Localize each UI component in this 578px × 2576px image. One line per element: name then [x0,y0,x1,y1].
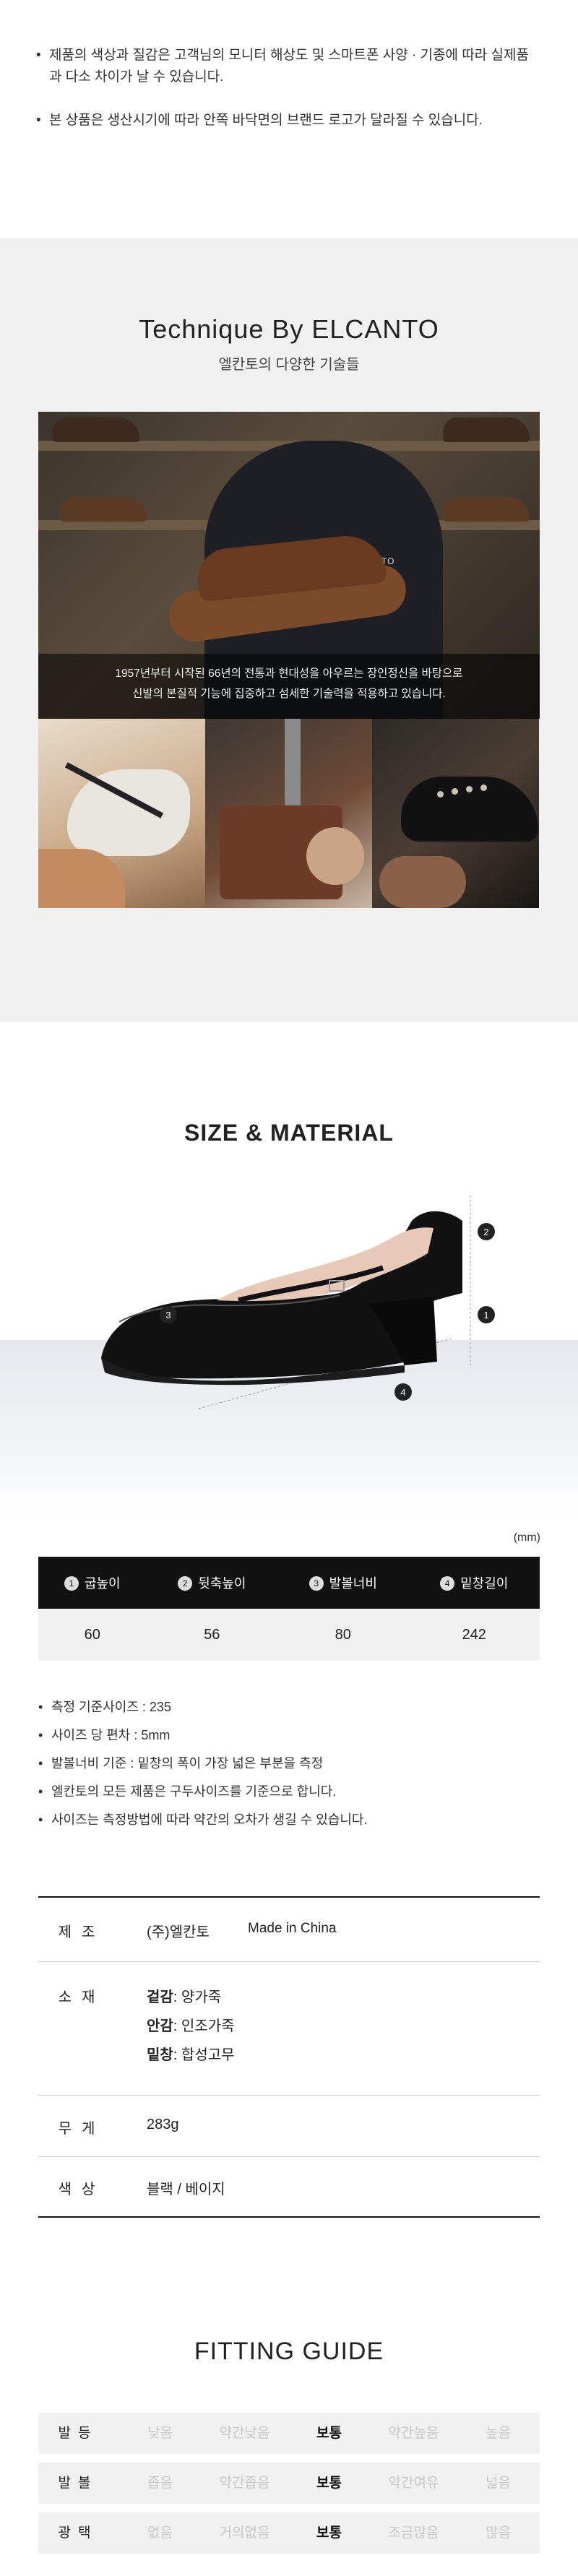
material-value: : 양가죽 [173,1989,222,2005]
notice-item: 본 상품은 생산시기에 따라 안쪽 바닥면의 브랜드 로고가 달라질 수 있습니… [36,110,535,131]
fitting-option: 넓음 [486,2476,511,2491]
size-header: 2 뒷축높이 [146,1557,278,1609]
info-label: 제조 [58,1924,105,1940]
size-header: 1 굽높이 [38,1557,147,1609]
size-note: 사이즈는 측정방법에 따라 약간의 오차가 생길 수 있습니다. [38,1810,367,1829]
fitting-row: 광택 없음 거의없음 보통 조금많음 많음 [38,2512,540,2554]
shoe-finishing-photo [372,719,539,908]
fitting-option-selected: 보통 [316,2476,342,2491]
info-row-weight: 무게 283g [38,2095,540,2156]
origin-value: Made in China [248,1921,337,1936]
marker-2: 2 [478,1223,495,1240]
size-value: 242 [408,1609,540,1661]
craftsman-photo: ELCANTO 1957년부터 시작된 66년의 전통과 현대성을 아우르는 장… [38,412,540,719]
fitting-title: FITTING GUIDE [194,2338,384,2365]
notice-list: 제품의 색상과 질감은 고객님의 모니터 해상도 및 스마트폰 사양 · 기종에… [36,45,535,153]
size-title: SIZE & MATERIAL [184,1120,394,1146]
fitting-option: 약간낮음 [219,2426,270,2441]
info-label: 무게 [58,2121,105,2137]
marker-4: 4 [394,1383,412,1401]
notice-section: 제품의 색상과 질감은 고객님의 모니터 해상도 및 스마트폰 사양 · 기종에… [0,0,578,238]
fitting-option: 약간좁음 [219,2476,270,2491]
pattern-drawing-photo [38,719,205,908]
fitting-option: 좁음 [147,2476,173,2491]
fitting-option: 많음 [486,2525,511,2541]
material-value: : 인조가죽 [173,2018,235,2034]
sewing-photo [205,719,372,908]
weight-value: 283g [147,2117,179,2132]
material-key: 안감 [147,2018,173,2034]
caption-line: 1957년부터 시작된 66년의 전통과 현대성을 아우르는 장인정신을 바탕으… [115,667,463,680]
fitting-option: 조금많음 [388,2525,439,2541]
notice-item: 제품의 색상과 질감은 고객님의 모니터 해상도 및 스마트폰 사양 · 기종에… [36,45,535,88]
svg-text:4: 4 [400,1387,405,1398]
maker-value: (주)엘칸토 [147,1924,210,1940]
size-note: 측정 기준사이즈 : 235 [38,1698,367,1716]
size-notes: 측정 기준사이즈 : 235 사이즈 당 편차 : 5mm 발볼너비 기준 : … [38,1698,367,1838]
svg-text:2: 2 [483,1227,488,1237]
fitting-option: 높음 [486,2426,511,2441]
fitting-option-selected: 보통 [316,2426,342,2441]
photo-caption: 1957년부터 시작된 66년의 전통과 현대성을 아우르는 장인정신을 바탕으… [38,654,540,719]
technique-section: Technique By ELCANTO 엘칸토의 다양한 기술들 ELCANT… [0,238,578,1022]
fitting-option: 없음 [147,2525,173,2541]
fitting-guide-section: FITTING GUIDE 발등 낮음 약간낮음 보통 약간높음 높음 발볼 좁음 약간좁음 보통… [0,2256,578,2576]
fitting-option: 약간높음 [388,2426,439,2441]
size-value: 80 [277,1609,409,1661]
size-note: 발볼너비 기준 : 밑창의 폭이 가장 넓은 부분을 측정 [38,1754,367,1773]
size-note: 사이즈 당 편차 : 5mm [38,1726,367,1745]
fitting-row: 발등 낮음 약간낮음 보통 약간높음 높음 [38,2413,540,2454]
product-info-section: 제조 (주)엘칸토 Made in China 소재 겉감: 양가죽 안감: 인… [0,1896,578,2256]
size-value: 60 [38,1609,147,1661]
info-row-material: 소재 겉감: 양가죽 안감: 인조가죽 밑창: 합성고무 [38,1961,540,2095]
size-value: 56 [146,1609,278,1661]
fitting-label: 광택 [58,2525,98,2541]
svg-text:3: 3 [165,1310,171,1321]
technique-title: Technique By ELCANTO [139,314,439,344]
size-header: 4 밑창길이 [408,1557,540,1609]
fitting-option: 약간여유 [388,2476,439,2491]
info-row-color: 색상 블랙 / 베이지 [38,2156,540,2255]
material-value: : 합성고무 [173,2047,235,2063]
unit-label: (mm) [513,1531,540,1544]
color-value: 블랙 / 베이지 [147,2182,225,2197]
material-key: 겉감 [147,1989,173,2005]
info-label: 색상 [58,2182,105,2197]
info-label: 소재 [58,1989,105,2005]
size-note: 엘칸토의 모든 제품은 구두사이즈를 기준으로 합니다. [38,1782,367,1801]
marker-1: 1 [478,1306,495,1323]
info-row-maker: 제조 (주)엘칸토 Made in China [38,1896,540,1961]
material-key: 밑창 [147,2047,173,2063]
shoe-diagram: 1 2 3 4 [101,1196,495,1409]
fitting-label: 발등 [58,2426,98,2441]
caption-line: 신발의 본질적 기능에 집중하고 섬세한 기술력을 적용하고 있습니다. [132,688,446,700]
size-table: 1 굽높이 2 뒷축높이 3 발볼너비 4 밑창길이 60 56 80 242 [38,1557,540,1661]
fitting-label: 발볼 [58,2476,98,2491]
size-material-section: SIZE & MATERIAL 1 2 3 4 (mm) 1 굽높이 2 뒷축높이 … [0,1022,578,1853]
technique-subtitle: 엘칸토의 다양한 기술들 [218,357,360,373]
svg-text:1: 1 [483,1310,488,1321]
fitting-option: 거의없음 [219,2525,270,2541]
marker-3: 3 [160,1306,177,1323]
size-header: 3 발볼너비 [277,1557,409,1609]
fitting-option: 낮음 [147,2426,173,2441]
fitting-option-selected: 보통 [316,2525,342,2541]
fitting-row: 발볼 좁음 약간좁음 보통 약간여유 넓음 [38,2463,540,2504]
